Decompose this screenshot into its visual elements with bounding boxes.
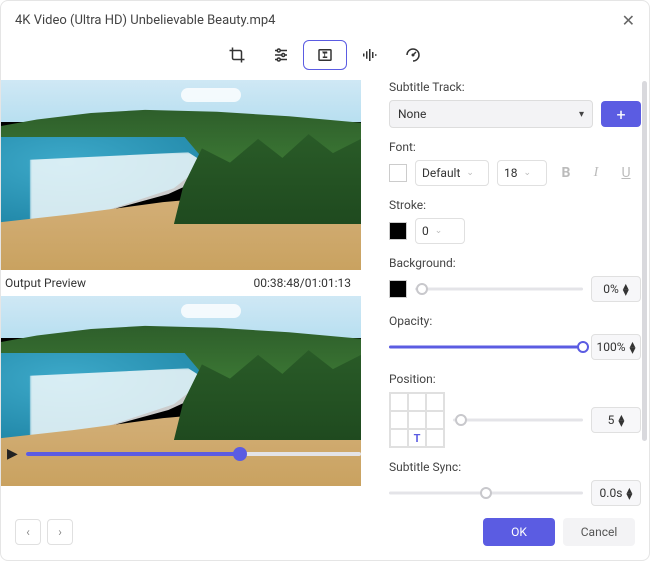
chevron-down-icon: ⌄ (466, 168, 474, 178)
position-slider[interactable] (453, 411, 583, 429)
scrollbar[interactable] (642, 81, 647, 441)
background-label: Background: (389, 256, 641, 270)
next-button[interactable]: › (47, 519, 73, 545)
opacity-value: 100% (596, 340, 625, 354)
position-spin[interactable]: 5▴▾ (591, 407, 641, 433)
adjust-tool[interactable] (259, 40, 303, 70)
background-opacity-slider[interactable] (415, 280, 583, 298)
subtitle-tool[interactable]: T (303, 40, 347, 70)
stroke-width-select[interactable]: 0⌄ (415, 218, 465, 244)
close-icon[interactable]: ✕ (622, 11, 635, 30)
chevron-down-icon: ⌄ (435, 226, 443, 236)
font-family-select[interactable]: Default ⌄ (415, 160, 489, 186)
position-label: Position: (389, 372, 641, 386)
background-value: 0% (603, 282, 619, 296)
stroke-label: Stroke: (389, 198, 641, 212)
seek-slider[interactable] (26, 446, 361, 462)
audio-tool[interactable] (347, 40, 391, 70)
chevron-down-icon: ⌄ (524, 168, 532, 178)
input-video (1, 80, 361, 270)
position-grid[interactable]: T (389, 392, 445, 448)
sync-value: 0.0s (600, 486, 623, 500)
chevron-down-icon: ▾ (579, 109, 584, 120)
font-color-swatch[interactable] (389, 164, 407, 182)
opacity-spin[interactable]: 100%▴▾ (591, 334, 641, 360)
bold-button[interactable]: B (555, 162, 577, 184)
sync-spin[interactable]: 0.0s▴▾ (591, 480, 641, 506)
speed-tool[interactable] (391, 40, 435, 70)
cancel-button[interactable]: Cancel (563, 518, 635, 546)
window-title: 4K Video (Ultra HD) Unbelievable Beauty.… (15, 13, 275, 28)
position-value: 5 (608, 413, 615, 427)
sync-slider[interactable] (389, 484, 583, 502)
svg-text:T: T (322, 51, 328, 61)
timecode: 00:38:48/01:01:13 (253, 276, 351, 290)
add-subtitle-button[interactable]: + (601, 101, 641, 127)
player-controls: ▶ (1, 446, 373, 462)
ok-button[interactable]: OK (483, 518, 555, 546)
opacity-slider[interactable] (389, 338, 583, 356)
font-size-select[interactable]: 18 ⌄ (497, 160, 547, 186)
subtitle-track-select[interactable]: None ▾ (389, 100, 593, 128)
font-label: Font: (389, 140, 641, 154)
crop-tool[interactable] (215, 40, 259, 70)
italic-button[interactable]: I (585, 162, 607, 184)
subtitle-panel: Subtitle Track: None ▾ + Font: Default⌄ … (371, 80, 649, 510)
play-icon[interactable]: ▶ (7, 446, 18, 462)
background-color-swatch[interactable] (389, 280, 407, 298)
background-opacity-spin[interactable]: 0%▴▾ (591, 276, 641, 302)
position-selected-cell: T (408, 429, 426, 447)
sync-label: Subtitle Sync: (389, 460, 641, 474)
output-preview-label: Output Preview (5, 276, 86, 290)
preview-pane: Output Preview 00:38:48/01:01:13 ▶ (1, 80, 371, 510)
stroke-value: 0 (422, 224, 429, 238)
underline-button[interactable]: U (615, 162, 637, 184)
subtitle-track-label: Subtitle Track: (389, 80, 641, 94)
prev-button[interactable]: ‹ (15, 519, 41, 545)
editor-toolbar: T (1, 36, 649, 80)
opacity-label: Opacity: (389, 314, 641, 328)
stroke-color-swatch[interactable] (389, 222, 407, 240)
font-family-value: Default (422, 166, 460, 180)
font-size-value: 18 (504, 166, 518, 180)
subtitle-track-value: None (398, 107, 426, 121)
